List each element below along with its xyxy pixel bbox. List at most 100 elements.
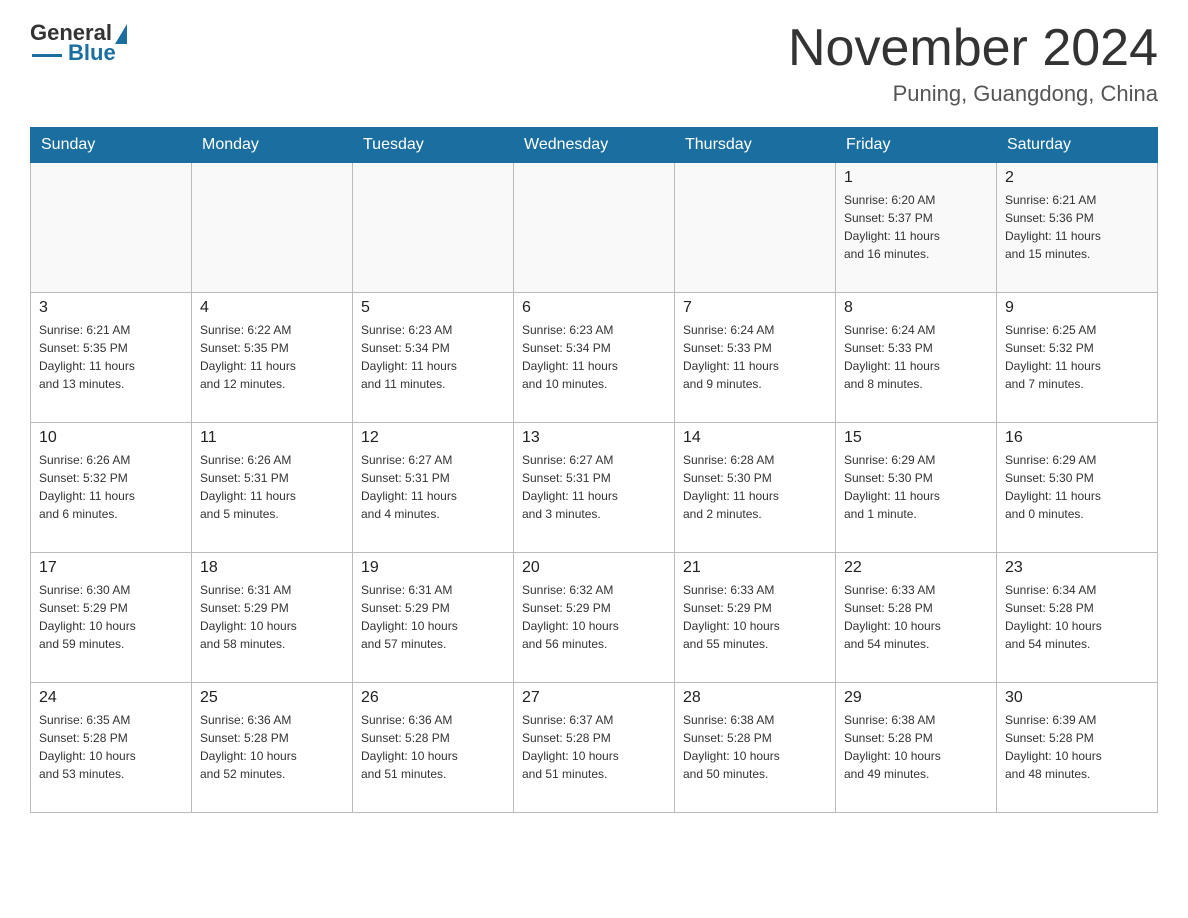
- calendar-cell: [353, 163, 514, 293]
- day-info: Sunrise: 6:23 AM Sunset: 5:34 PM Dayligh…: [361, 321, 505, 393]
- weekday-header-saturday: Saturday: [997, 128, 1158, 163]
- calendar-cell: 17 Sunrise: 6:30 AM Sunset: 5:29 PM Dayli…: [31, 553, 192, 683]
- day-info: Sunrise: 6:25 AM Sunset: 5:32 PM Dayligh…: [1005, 321, 1149, 393]
- day-number: 28: [683, 689, 827, 707]
- logo: General Blue: [30, 20, 127, 66]
- day-info: Sunrise: 6:38 AM Sunset: 5:28 PM Dayligh…: [683, 711, 827, 783]
- day-number: 20: [522, 559, 666, 577]
- calendar-cell: [514, 163, 675, 293]
- calendar-cell: 8 Sunrise: 6:24 AM Sunset: 5:33 PM Daylig…: [836, 293, 997, 423]
- day-number: 19: [361, 559, 505, 577]
- calendar-cell: [31, 163, 192, 293]
- calendar-cell: 15 Sunrise: 6:29 AM Sunset: 5:30 PM Dayli…: [836, 423, 997, 553]
- calendar-week-3: 10 Sunrise: 6:26 AM Sunset: 5:32 PM Dayli…: [31, 423, 1158, 553]
- calendar-table: SundayMondayTuesdayWednesdayThursdayFrid…: [30, 127, 1158, 813]
- calendar-cell: 16Sunrise: 6:29 AM Sunset: 5:30 PM Dayli…: [997, 423, 1158, 553]
- day-info: Sunrise: 6:29 AM Sunset: 5:30 PM Dayligh…: [844, 451, 988, 523]
- calendar-week-4: 17 Sunrise: 6:30 AM Sunset: 5:29 PM Dayli…: [31, 553, 1158, 683]
- day-number: 22: [844, 559, 988, 577]
- month-title: November 2024: [788, 20, 1158, 77]
- calendar-cell: 27 Sunrise: 6:37 AM Sunset: 5:28 PM Dayli…: [514, 683, 675, 813]
- day-number: 4: [200, 299, 344, 317]
- day-info: Sunrise: 6:26 AM Sunset: 5:32 PM Dayligh…: [39, 451, 183, 523]
- weekday-header-wednesday: Wednesday: [514, 128, 675, 163]
- day-info: Sunrise: 6:28 AM Sunset: 5:30 PM Dayligh…: [683, 451, 827, 523]
- day-info: Sunrise: 6:27 AM Sunset: 5:31 PM Dayligh…: [361, 451, 505, 523]
- weekday-header-friday: Friday: [836, 128, 997, 163]
- logo-blue-text: Blue: [68, 40, 116, 66]
- day-info: Sunrise: 6:33 AM Sunset: 5:29 PM Dayligh…: [683, 581, 827, 653]
- calendar-cell: 5 Sunrise: 6:23 AM Sunset: 5:34 PM Daylig…: [353, 293, 514, 423]
- day-number: 18: [200, 559, 344, 577]
- calendar-cell: 2 Sunrise: 6:21 AM Sunset: 5:36 PM Daylig…: [997, 163, 1158, 293]
- page-header: General Blue November 2024 Puning, Guang…: [30, 20, 1158, 107]
- calendar-cell: 19 Sunrise: 6:31 AM Sunset: 5:29 PM Dayli…: [353, 553, 514, 683]
- calendar-cell: 11Sunrise: 6:26 AM Sunset: 5:31 PM Dayli…: [192, 423, 353, 553]
- day-number: 21: [683, 559, 827, 577]
- day-number: 13: [522, 429, 666, 447]
- logo-triangle-icon: [115, 24, 127, 44]
- day-number: 5: [361, 299, 505, 317]
- day-number: 14: [683, 429, 827, 447]
- day-info: Sunrise: 6:21 AM Sunset: 5:35 PM Dayligh…: [39, 321, 183, 393]
- calendar-cell: 1Sunrise: 6:20 AM Sunset: 5:37 PM Daylig…: [836, 163, 997, 293]
- day-number: 8: [844, 299, 988, 317]
- calendar-week-2: 3 Sunrise: 6:21 AM Sunset: 5:35 PM Daylig…: [31, 293, 1158, 423]
- calendar-cell: 30Sunrise: 6:39 AM Sunset: 5:28 PM Dayli…: [997, 683, 1158, 813]
- calendar-cell: 23 Sunrise: 6:34 AM Sunset: 5:28 PM Dayli…: [997, 553, 1158, 683]
- day-info: Sunrise: 6:39 AM Sunset: 5:28 PM Dayligh…: [1005, 711, 1149, 783]
- day-info: Sunrise: 6:27 AM Sunset: 5:31 PM Dayligh…: [522, 451, 666, 523]
- calendar-cell: 24 Sunrise: 6:35 AM Sunset: 5:28 PM Dayli…: [31, 683, 192, 813]
- weekday-header-sunday: Sunday: [31, 128, 192, 163]
- day-number: 27: [522, 689, 666, 707]
- calendar-cell: 4Sunrise: 6:22 AM Sunset: 5:35 PM Daylig…: [192, 293, 353, 423]
- calendar-cell: 18 Sunrise: 6:31 AM Sunset: 5:29 PM Dayli…: [192, 553, 353, 683]
- calendar-cell: 13 Sunrise: 6:27 AM Sunset: 5:31 PM Dayli…: [514, 423, 675, 553]
- calendar-cell: 3 Sunrise: 6:21 AM Sunset: 5:35 PM Daylig…: [31, 293, 192, 423]
- day-info: Sunrise: 6:34 AM Sunset: 5:28 PM Dayligh…: [1005, 581, 1149, 653]
- day-number: 11: [200, 429, 344, 447]
- day-number: 2: [1005, 169, 1149, 187]
- day-number: 17: [39, 559, 183, 577]
- day-info: Sunrise: 6:31 AM Sunset: 5:29 PM Dayligh…: [361, 581, 505, 653]
- day-info: Sunrise: 6:24 AM Sunset: 5:33 PM Dayligh…: [683, 321, 827, 393]
- calendar-week-1: 1Sunrise: 6:20 AM Sunset: 5:37 PM Daylig…: [31, 163, 1158, 293]
- weekday-header-tuesday: Tuesday: [353, 128, 514, 163]
- day-info: Sunrise: 6:24 AM Sunset: 5:33 PM Dayligh…: [844, 321, 988, 393]
- calendar-cell: 28 Sunrise: 6:38 AM Sunset: 5:28 PM Dayli…: [675, 683, 836, 813]
- day-info: Sunrise: 6:37 AM Sunset: 5:28 PM Dayligh…: [522, 711, 666, 783]
- day-info: Sunrise: 6:35 AM Sunset: 5:28 PM Dayligh…: [39, 711, 183, 783]
- day-info: Sunrise: 6:32 AM Sunset: 5:29 PM Dayligh…: [522, 581, 666, 653]
- day-number: 29: [844, 689, 988, 707]
- day-number: 15: [844, 429, 988, 447]
- calendar-cell: 26Sunrise: 6:36 AM Sunset: 5:28 PM Dayli…: [353, 683, 514, 813]
- calendar-cell: 20 Sunrise: 6:32 AM Sunset: 5:29 PM Dayli…: [514, 553, 675, 683]
- weekday-header-monday: Monday: [192, 128, 353, 163]
- day-info: Sunrise: 6:31 AM Sunset: 5:29 PM Dayligh…: [200, 581, 344, 653]
- calendar-cell: 21 Sunrise: 6:33 AM Sunset: 5:29 PM Dayli…: [675, 553, 836, 683]
- day-number: 24: [39, 689, 183, 707]
- calendar-cell: 14 Sunrise: 6:28 AM Sunset: 5:30 PM Dayli…: [675, 423, 836, 553]
- calendar-cell: 10 Sunrise: 6:26 AM Sunset: 5:32 PM Dayli…: [31, 423, 192, 553]
- day-number: 7: [683, 299, 827, 317]
- calendar-cell: 7 Sunrise: 6:24 AM Sunset: 5:33 PM Daylig…: [675, 293, 836, 423]
- day-info: Sunrise: 6:21 AM Sunset: 5:36 PM Dayligh…: [1005, 191, 1149, 263]
- day-number: 16: [1005, 429, 1149, 447]
- calendar-cell: 25 Sunrise: 6:36 AM Sunset: 5:28 PM Dayli…: [192, 683, 353, 813]
- calendar-cell: 6Sunrise: 6:23 AM Sunset: 5:34 PM Daylig…: [514, 293, 675, 423]
- day-number: 12: [361, 429, 505, 447]
- calendar-cell: [192, 163, 353, 293]
- weekday-header-thursday: Thursday: [675, 128, 836, 163]
- day-number: 23: [1005, 559, 1149, 577]
- day-info: Sunrise: 6:36 AM Sunset: 5:28 PM Dayligh…: [200, 711, 344, 783]
- location-title: Puning, Guangdong, China: [788, 81, 1158, 107]
- day-info: Sunrise: 6:30 AM Sunset: 5:29 PM Dayligh…: [39, 581, 183, 653]
- day-number: 9: [1005, 299, 1149, 317]
- day-info: Sunrise: 6:20 AM Sunset: 5:37 PM Dayligh…: [844, 191, 988, 263]
- day-number: 10: [39, 429, 183, 447]
- day-number: 6: [522, 299, 666, 317]
- day-number: 25: [200, 689, 344, 707]
- day-number: 26: [361, 689, 505, 707]
- day-number: 3: [39, 299, 183, 317]
- calendar-cell: 22Sunrise: 6:33 AM Sunset: 5:28 PM Dayli…: [836, 553, 997, 683]
